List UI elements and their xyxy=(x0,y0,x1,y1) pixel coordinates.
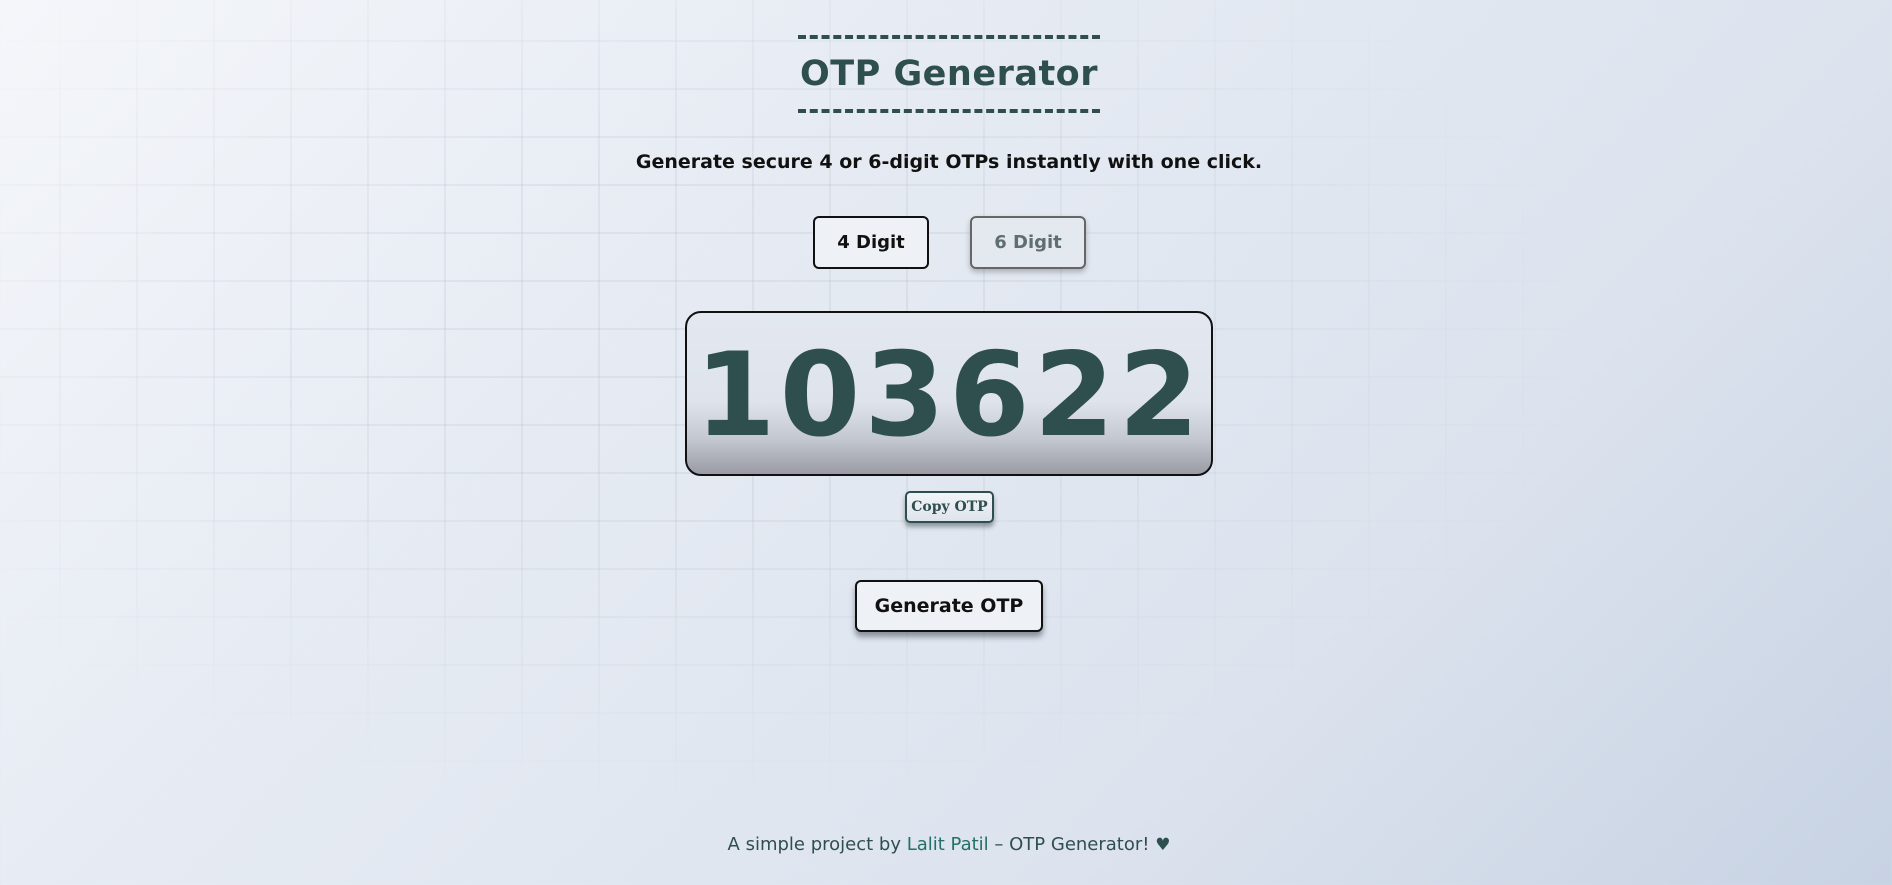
footer-suffix: – OTP Generator! xyxy=(988,834,1156,855)
title-header: OTP Generator xyxy=(798,35,1100,113)
otp-value: 103622 xyxy=(694,327,1204,463)
author-link[interactable]: Lalit Patil xyxy=(907,834,989,855)
generate-otp-button[interactable]: Generate OTP xyxy=(855,580,1043,632)
footer: A simple project by Lalit Patil – OTP Ge… xyxy=(0,834,1892,855)
copy-otp-button[interactable]: Copy OTP xyxy=(905,491,994,523)
six-digit-button[interactable]: 6 Digit xyxy=(970,216,1086,269)
otp-display: 103622 xyxy=(685,311,1213,476)
heart-icon: ♥ xyxy=(1155,835,1171,855)
page-subtitle: Generate secure 4 or 6-digit OTPs instan… xyxy=(635,151,1263,173)
footer-prefix: A simple project by xyxy=(727,834,907,855)
page-title: OTP Generator xyxy=(799,54,1098,94)
four-digit-button[interactable]: 4 Digit xyxy=(813,216,929,269)
